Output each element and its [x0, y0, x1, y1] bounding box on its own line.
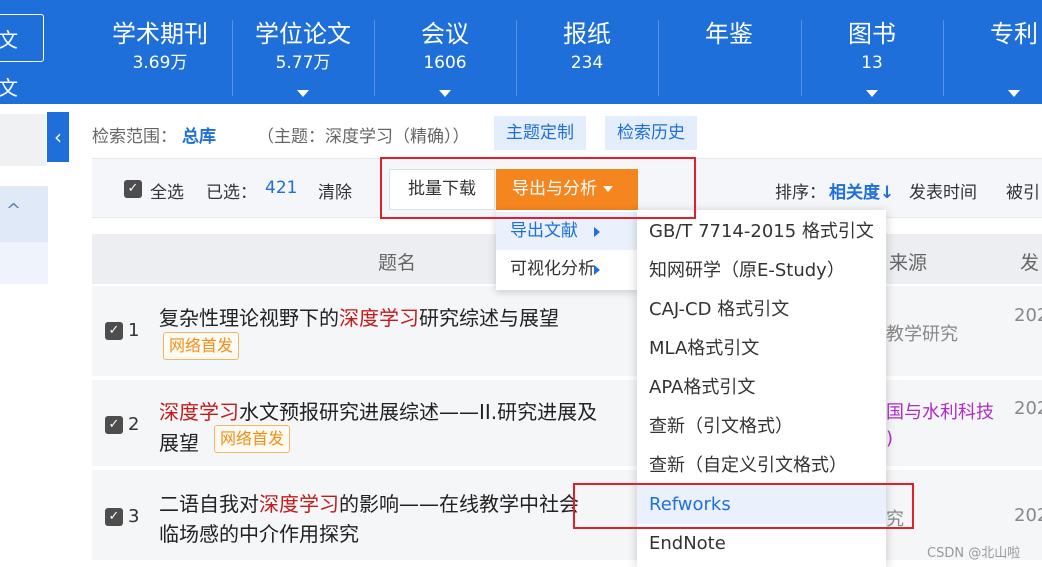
- annotation-box-export-buttons: [380, 157, 696, 219]
- menu-item-visual-analysis[interactable]: 可视化分析: [496, 250, 638, 288]
- column-header-source: 来源: [889, 252, 928, 274]
- left-search-type-text-1[interactable]: 文: [0, 24, 18, 53]
- column-header-title: 题名: [378, 252, 417, 274]
- result-source[interactable]: 教学研究: [886, 320, 958, 346]
- category-dissertation[interactable]: 学位论文 5.77万: [233, 18, 373, 97]
- category-name: 图书: [848, 20, 896, 48]
- category-name: 学位论文: [255, 20, 351, 48]
- menu-item-label: 可视化分析: [510, 259, 595, 279]
- sort-label: 排序：: [775, 183, 826, 203]
- category-name: 报纸: [563, 20, 611, 48]
- row-checkbox[interactable]: ✓: [105, 508, 123, 526]
- result-year: 202: [1014, 305, 1042, 326]
- title-keyword-highlight: 深度学习: [339, 306, 419, 330]
- category-dropdown-icon: [1008, 90, 1020, 97]
- sort-relevance-label: 相关度: [829, 183, 880, 203]
- sort-relevance-button[interactable]: 相关度↓: [829, 178, 894, 203]
- clear-selection-button[interactable]: 清除: [318, 178, 352, 203]
- menu-item-endnote[interactable]: EndNote: [637, 524, 886, 563]
- result-title-line2[interactable]: 展望: [159, 427, 199, 456]
- column-header-date: 发: [1020, 252, 1040, 274]
- menu-item-cajcd[interactable]: CAJ-CD 格式引文: [637, 290, 886, 329]
- category-dropdown-icon: [297, 90, 309, 97]
- chevron-left-icon: ‹: [54, 125, 62, 149]
- result-title-link[interactable]: 深度学习水文预报研究进展综述——II.研究进展及: [159, 396, 597, 425]
- selected-count[interactable]: 421: [265, 178, 297, 198]
- row-number: 2: [128, 414, 140, 435]
- search-history-button[interactable]: 检索历史: [605, 116, 697, 150]
- search-scope-value[interactable]: 总库: [182, 122, 216, 147]
- category-count: 5.77万: [275, 53, 331, 73]
- category-count: 3.69万: [132, 53, 188, 73]
- result-source-line2[interactable]: ): [886, 428, 893, 449]
- category-conference[interactable]: 会议 1606: [375, 18, 515, 97]
- category-newspaper[interactable]: 报纸 234: [517, 18, 657, 74]
- sidebar-collapse-button[interactable]: ‹: [47, 112, 69, 162]
- title-text: 复杂性理论视野下的: [159, 306, 339, 330]
- category-name: 年鉴: [705, 20, 753, 48]
- result-source[interactable]: 国与水利科技: [886, 398, 994, 424]
- row-checkbox[interactable]: ✓: [105, 416, 123, 434]
- menu-item-estudy[interactable]: 知网研学（原E-Study）: [637, 251, 886, 290]
- menu-item-novelty-custom[interactable]: 查新（自定义引文格式）: [637, 446, 886, 485]
- category-yearbook[interactable]: 年鉴: [659, 18, 799, 52]
- category-name: 会议: [421, 20, 469, 48]
- category-book[interactable]: 图书 13: [802, 18, 942, 97]
- result-year: 202: [1014, 505, 1042, 526]
- menu-item-mla[interactable]: MLA格式引文: [637, 329, 886, 368]
- selected-label: 已选：: [206, 183, 257, 203]
- category-academic-journal[interactable]: 学术期刊 3.69万: [90, 18, 230, 74]
- title-text: 的影响——在线教学中社会: [339, 492, 579, 516]
- topic-custom-button[interactable]: 主题定制: [494, 116, 586, 150]
- title-keyword-highlight: 深度学习: [259, 492, 339, 516]
- online-first-badge: 网络首发: [163, 332, 240, 360]
- category-count: 13: [861, 53, 883, 73]
- menu-item-label: 导出文献: [510, 221, 578, 241]
- caret-right-icon: [594, 227, 600, 237]
- row-number: 3: [128, 506, 140, 527]
- category-patent[interactable]: 专利: [944, 18, 1042, 97]
- row-checkbox[interactable]: ✓: [105, 322, 123, 340]
- title-text: 水文预报研究进展综述——II.研究进展及: [239, 400, 598, 424]
- result-year: 202: [1014, 398, 1042, 419]
- sidebar-panel: [0, 114, 46, 166]
- category-name: 专利: [990, 20, 1038, 48]
- sort-down-arrow-icon: ↓: [880, 183, 895, 203]
- category-count: 234: [570, 53, 604, 73]
- caret-right-icon: [594, 265, 600, 275]
- search-scope-label: 检索范围：: [92, 127, 177, 147]
- search-topic: （主题：深度学习（精确））: [257, 127, 470, 147]
- watermark: CSDN @北山啦: [927, 546, 1021, 561]
- result-title-link[interactable]: 二语自我对深度学习的影响——在线教学中社会: [159, 488, 579, 517]
- online-first-badge: 网络首发: [214, 425, 291, 453]
- annotation-box-refworks: [573, 483, 914, 529]
- select-all-label[interactable]: 全选: [150, 178, 184, 203]
- category-count: 1606: [423, 53, 467, 73]
- menu-item-novelty-citation[interactable]: 查新（引文格式）: [637, 407, 886, 446]
- result-title-line2[interactable]: 临场感的中介作用探究: [159, 518, 359, 547]
- row-number: 1: [128, 320, 140, 341]
- export-dropdown-menu: 导出文献 可视化分析: [496, 210, 638, 290]
- chevron-up-icon[interactable]: ^: [6, 200, 21, 221]
- category-dropdown-icon: [439, 90, 451, 97]
- category-name: 学术期刊: [112, 20, 208, 48]
- select-all-checkbox[interactable]: ✓: [124, 180, 142, 198]
- sort-publish-time-button[interactable]: 发表时间: [909, 178, 977, 203]
- title-text: 二语自我对: [159, 492, 259, 516]
- result-title-link[interactable]: 复杂性理论视野下的深度学习研究综述与展望: [159, 302, 559, 331]
- title-keyword-highlight: 深度学习: [159, 400, 239, 424]
- left-search-type-text-2[interactable]: 文: [0, 72, 18, 101]
- menu-item-apa[interactable]: APA格式引文: [637, 368, 886, 407]
- category-dropdown-icon: [866, 90, 878, 97]
- title-text: 研究综述与展望: [419, 306, 559, 330]
- sort-cited-button[interactable]: 被引: [1006, 178, 1040, 203]
